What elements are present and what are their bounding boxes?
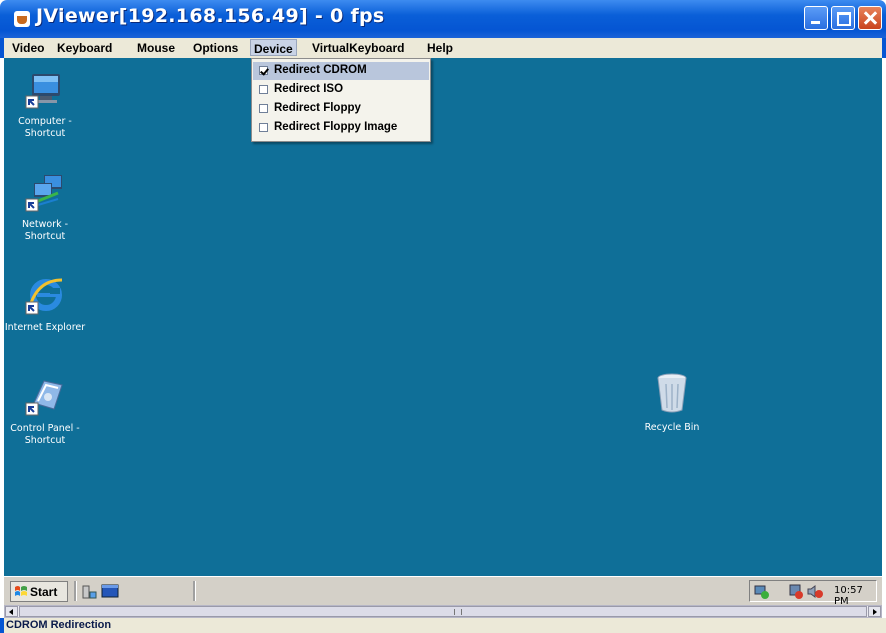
menu-item-redirect-iso[interactable]: Redirect ISO xyxy=(253,81,429,99)
scrollbar-grip-icon xyxy=(454,609,462,615)
menu-item-label: Redirect CDROM xyxy=(274,64,367,76)
volume-muted-icon[interactable] xyxy=(806,584,824,599)
remote-taskbar: Start 10:57 PM xyxy=(4,576,882,607)
scroll-right-arrow-icon[interactable] xyxy=(868,606,881,617)
action-center-icon[interactable] xyxy=(788,584,804,599)
menu-options[interactable]: Options xyxy=(193,41,238,55)
desktop-icon-control-panel[interactable]: Control Panel - Shortcut xyxy=(4,375,86,447)
menu-item-label: Redirect Floppy xyxy=(274,102,361,114)
scrollbar-thumb[interactable] xyxy=(19,606,867,617)
network-status-icon[interactable] xyxy=(754,584,770,599)
device-dropdown-menu: Redirect CDROM Redirect ISO Redirect Flo… xyxy=(251,58,431,142)
maximize-button[interactable] xyxy=(831,6,855,30)
internet-explorer-icon xyxy=(25,278,63,315)
menu-item-redirect-floppy[interactable]: Redirect Floppy xyxy=(253,100,429,118)
checkbox-icon xyxy=(259,85,268,94)
desktop-icon-internet-explorer[interactable]: Internet Explorer xyxy=(4,274,86,334)
horizontal-scrollbar[interactable] xyxy=(4,605,882,618)
server-manager-icon[interactable] xyxy=(81,584,97,600)
remote-desktop[interactable]: Computer - Shortcut Network - Shortcut I… xyxy=(4,58,882,576)
desktop-icon-label: Internet Explorer xyxy=(4,322,86,333)
start-button[interactable]: Start xyxy=(10,581,68,602)
checkbox-icon xyxy=(259,104,268,113)
desktop-icon-computer[interactable]: Computer - Shortcut xyxy=(4,68,86,140)
desktop-icon-label: Network - Shortcut xyxy=(21,219,69,242)
menu-virtualkeyboard[interactable]: VirtualKeyboard xyxy=(312,41,404,55)
menu-video[interactable]: Video xyxy=(12,41,44,55)
control-panel-icon xyxy=(25,380,63,416)
close-button[interactable] xyxy=(858,6,882,30)
scroll-left-arrow-icon[interactable] xyxy=(5,606,18,617)
network-icon xyxy=(25,175,62,212)
computer-icon xyxy=(25,74,60,109)
menu-bar: Video Keyboard Mouse Options Device Virt… xyxy=(0,38,886,58)
desktop-icon-network[interactable]: Network - Shortcut xyxy=(4,171,86,243)
menu-keyboard[interactable]: Keyboard xyxy=(57,41,112,55)
recycle-bin-icon xyxy=(657,373,687,413)
desktop-icon-recycle-bin[interactable]: Recycle Bin xyxy=(631,370,713,434)
menu-item-redirect-cdrom[interactable]: Redirect CDROM xyxy=(253,62,429,80)
menu-device[interactable]: Device xyxy=(250,39,297,56)
checkbox-checked-icon xyxy=(259,66,268,75)
start-label: Start xyxy=(30,585,58,599)
menu-item-label: Redirect Floppy Image xyxy=(274,121,398,133)
powershell-icon[interactable] xyxy=(101,584,119,598)
checkbox-icon xyxy=(259,123,268,132)
window-titlebar[interactable]: JViewer[192.168.156.49] - 0 fps xyxy=(0,0,886,38)
clock[interactable]: 10:57 PM xyxy=(834,585,876,607)
desktop-icon-label: Computer - Shortcut xyxy=(18,116,72,139)
desktop-icon-label: Recycle Bin xyxy=(644,422,700,433)
java-app-icon xyxy=(14,11,30,27)
windows-flag-icon xyxy=(15,586,27,596)
status-text: CDROM Redirection xyxy=(6,619,112,631)
desktop-icon-label: Control Panel - Shortcut xyxy=(10,423,80,446)
menu-mouse[interactable]: Mouse xyxy=(137,41,175,55)
taskbar-separator xyxy=(193,581,196,601)
window-title: JViewer[192.168.156.49] - 0 fps xyxy=(36,5,385,27)
menu-item-label: Redirect ISO xyxy=(274,83,344,95)
status-bar: CDROM Redirection xyxy=(0,618,886,633)
system-tray: 10:57 PM xyxy=(749,580,877,607)
taskbar-separator xyxy=(74,581,77,601)
minimize-button[interactable] xyxy=(804,6,828,30)
menu-item-redirect-floppy-image[interactable]: Redirect Floppy Image xyxy=(253,119,429,137)
menu-help[interactable]: Help xyxy=(427,41,453,55)
